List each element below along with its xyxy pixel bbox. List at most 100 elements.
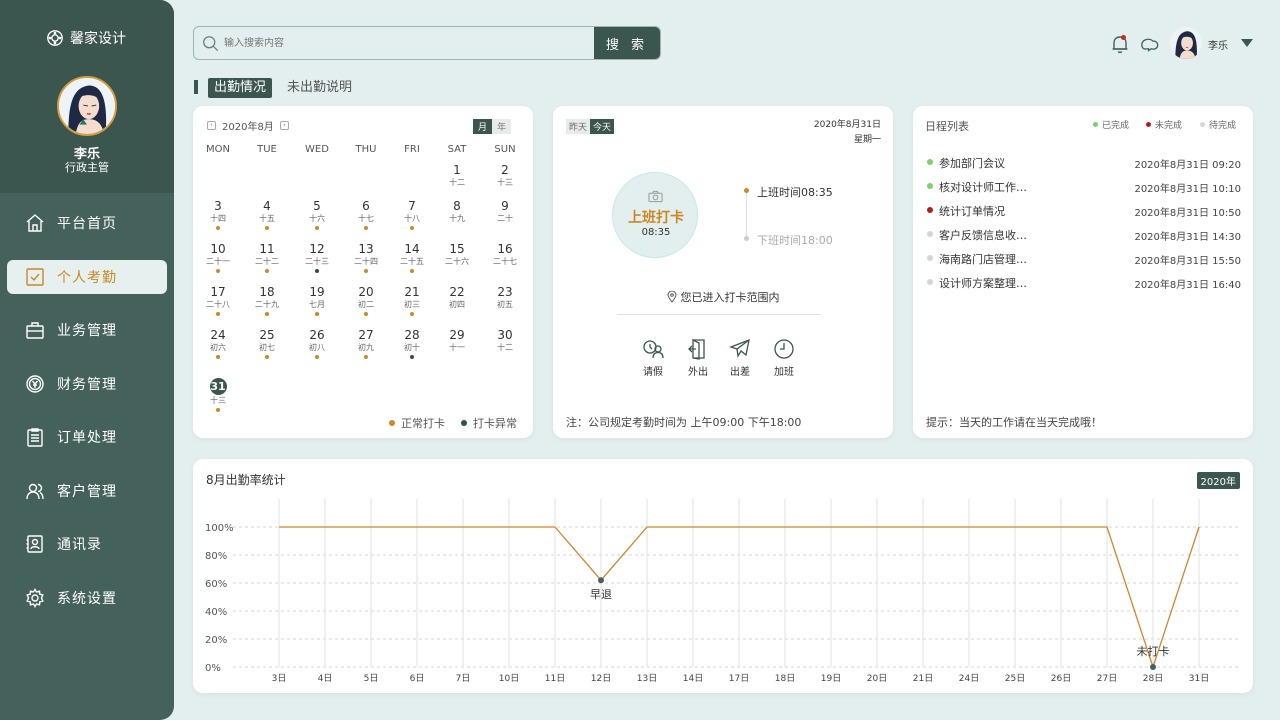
calendar-day[interactable]: 9 二十 — [485, 199, 525, 224]
calendar-day[interactable]: 3 十四 — [198, 199, 238, 230]
avatar[interactable] — [57, 76, 117, 136]
calendar-day[interactable]: 23 初五 — [485, 285, 525, 310]
calendar-day[interactable]: 17 二十八 — [198, 285, 238, 316]
view-month-button[interactable]: 月 — [473, 119, 493, 134]
schedule-item[interactable]: 设计师方案整理… 2020年8月31日 16:40 — [927, 274, 1241, 291]
search-button[interactable]: 搜 索 — [594, 27, 660, 59]
calendar-day[interactable]: 24 初六 — [198, 328, 238, 359]
schedule-item-title: 参加部门会议 — [939, 157, 1005, 170]
calendar-day[interactable]: 30 十二 — [485, 328, 525, 353]
search-input[interactable] — [224, 27, 594, 59]
calendar-day[interactable]: 20 初二 — [346, 285, 386, 316]
action-trip[interactable]: 出差 — [720, 338, 760, 378]
calendar-day[interactable]: 22 初四 — [437, 285, 477, 310]
calendar-day[interactable]: 26 初八 — [297, 328, 337, 359]
calendar-day[interactable]: 14 二十五 — [392, 242, 432, 273]
sidebar-item-business[interactable]: 业务管理 — [7, 313, 167, 347]
lunar-date: 初十 — [404, 343, 420, 352]
calendar-day[interactable]: 18 二十九 — [247, 285, 287, 316]
view-year-button[interactable]: 年 — [492, 119, 512, 134]
action-label: 出差 — [730, 367, 750, 378]
lunar-date: 十三 — [210, 396, 226, 405]
day-number: 19 — [309, 285, 325, 299]
sidebar-item-settings[interactable]: 系统设置 — [7, 581, 167, 615]
calendar-day[interactable]: 19 七月 — [297, 285, 337, 316]
header-avatar[interactable] — [1170, 27, 1202, 59]
action-out[interactable]: 外出 — [678, 338, 718, 378]
x-tick-label: 5日 — [364, 673, 379, 684]
calendar-day[interactable]: 1 十二 — [437, 163, 477, 188]
schedule-item[interactable]: 核对设计师工作… 2020年8月31日 10:10 — [927, 178, 1241, 195]
clockin-button[interactable]: 上班打卡 08:35 — [612, 172, 698, 258]
day-number: 15 — [449, 242, 465, 256]
schedule-item[interactable]: 客户反馈信息收… 2020年8月31日 14:30 — [927, 226, 1241, 243]
calendar-day[interactable]: 10 二十一 — [198, 242, 238, 273]
calendar-day[interactable]: 29 十一 — [437, 328, 477, 353]
brand-logo[interactable]: 馨家设计 — [46, 28, 126, 48]
x-tick-label: 28日 — [1143, 673, 1163, 684]
yesterday-button[interactable]: 昨天 — [566, 119, 591, 134]
calendar-day[interactable]: 12 二十三 — [297, 242, 337, 273]
calendar-day[interactable]: 28 初十 — [392, 328, 432, 359]
normal-checkin-dot — [410, 269, 414, 273]
calendar-day[interactable]: 13 二十四 — [346, 242, 386, 273]
action-label: 加班 — [774, 367, 794, 378]
tab-attendance[interactable]: 出勤情况 — [208, 78, 273, 98]
calendar-day[interactable]: 25 初七 — [247, 328, 287, 359]
action-leave[interactable]: 请假 — [633, 338, 673, 378]
x-tick-label: 31日 — [1189, 673, 1209, 684]
weekday-label: FRI — [404, 144, 420, 155]
calendar-day[interactable]: 6 十七 — [346, 199, 386, 230]
today-button[interactable]: 今天 — [590, 119, 615, 134]
sidebar-item-attendance[interactable]: 个人考勤 — [7, 260, 167, 294]
lunar-date: 二十四 — [354, 257, 378, 266]
abnormal-checkin-dot — [315, 269, 319, 273]
calendar-day[interactable]: 16 二十七 — [485, 242, 525, 267]
sidebar-item-home[interactable]: 平台首页 — [7, 206, 167, 240]
sidebar-item-customers[interactable]: 客户管理 — [7, 474, 167, 508]
x-tick-label: 27日 — [1097, 673, 1117, 684]
prev-month-icon[interactable]: ‹ — [207, 121, 216, 130]
weekday-text: 星期一 — [853, 135, 881, 145]
caret-down-icon[interactable] — [1240, 38, 1254, 48]
calendar-card: ‹ 2020年8月 › 月 年 MON TUE WED THU FRI SAT SUN 1十… — [193, 106, 533, 438]
header-user-name[interactable]: 李乐 — [1208, 37, 1228, 52]
sidebar-item-orders[interactable]: 订单处理 — [7, 420, 167, 454]
leave-icon — [643, 340, 664, 359]
year-selector[interactable]: 2020年 — [1196, 472, 1240, 489]
calendar-day[interactable]: 2 十三 — [485, 163, 525, 188]
calendar-day[interactable]: 21 初三 — [392, 285, 432, 316]
schedule-item[interactable]: 统计订单情况 2020年8月31日 10:50 — [927, 202, 1241, 219]
brand-name: 馨家设计 — [70, 31, 126, 47]
calendar-day[interactable]: 11 二十二 — [247, 242, 287, 273]
schedule-item[interactable]: 海南路门店管理… 2020年8月31日 15:50 — [927, 250, 1241, 267]
status-dot — [927, 279, 933, 285]
chat-bubble-icon[interactable] — [1140, 35, 1159, 53]
sidebar-item-contacts[interactable]: 通讯录 — [7, 527, 167, 561]
camera-icon — [648, 190, 663, 203]
calendar-day[interactable]: 15 二十六 — [437, 242, 477, 267]
calendar-day[interactable]: 7 十八 — [392, 199, 432, 230]
calendar-day[interactable]: 31 十三 — [198, 375, 238, 412]
action-overtime[interactable]: 加班 — [764, 338, 804, 378]
legend-undone-dot — [1146, 122, 1151, 127]
calendar-day[interactable]: 27 初九 — [346, 328, 386, 359]
day-number: 29 — [449, 328, 465, 342]
lunar-date: 二十八 — [206, 300, 230, 309]
bell-icon[interactable] — [1111, 34, 1129, 54]
normal-checkin-dot — [315, 312, 319, 316]
lunar-date: 二十七 — [493, 257, 517, 266]
calendar-day[interactable]: 4 十五 — [247, 199, 287, 230]
x-tick-label: 17日 — [729, 673, 749, 684]
day-number: 25 — [259, 328, 275, 342]
calendar-day[interactable]: 8 十九 — [437, 199, 477, 224]
tab-absence-notes[interactable]: 未出勤说明 — [287, 78, 352, 98]
attendance-line-chart: 0% 20% 40% 60% 80% 100% 3日 4日 5日 6日 7日 10日 11日 12日 13日… — [205, 499, 1239, 684]
day-number: 4 — [263, 199, 271, 213]
next-month-icon[interactable]: › — [279, 121, 289, 130]
schedule-item[interactable]: 参加部门会议 2020年8月31日 09:20 — [927, 154, 1241, 171]
day-number: 27 — [358, 328, 374, 342]
calendar-day[interactable]: 5 十六 — [297, 199, 337, 230]
x-tick-label: 25日 — [1005, 673, 1025, 684]
sidebar-item-finance[interactable]: 财务管理 — [7, 367, 167, 401]
